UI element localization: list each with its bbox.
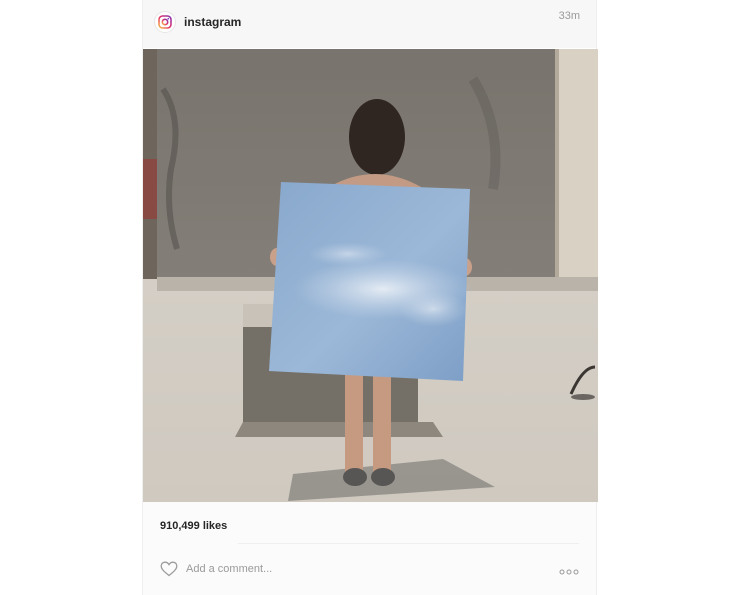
photo-scene [143,49,598,502]
post-username[interactable]: instagram [184,15,241,29]
instagram-logo-icon [158,15,172,29]
ellipsis-icon[interactable] [559,564,579,575]
avatar[interactable] [154,11,176,33]
post-header: instagram 33m [143,0,596,48]
post-photo[interactable] [143,49,598,502]
heart-icon[interactable] [160,561,178,577]
comment-input[interactable] [186,560,506,578]
sky-canvas [269,182,473,381]
post-footer: 910,499 likes [143,502,596,595]
post-card: instagram 33m 910,499 likes Add a commen… [142,0,598,595]
likes-count[interactable]: 910,499 likes [160,520,227,532]
post-timestamp[interactable]: 33m [559,10,580,22]
divider [238,543,579,544]
